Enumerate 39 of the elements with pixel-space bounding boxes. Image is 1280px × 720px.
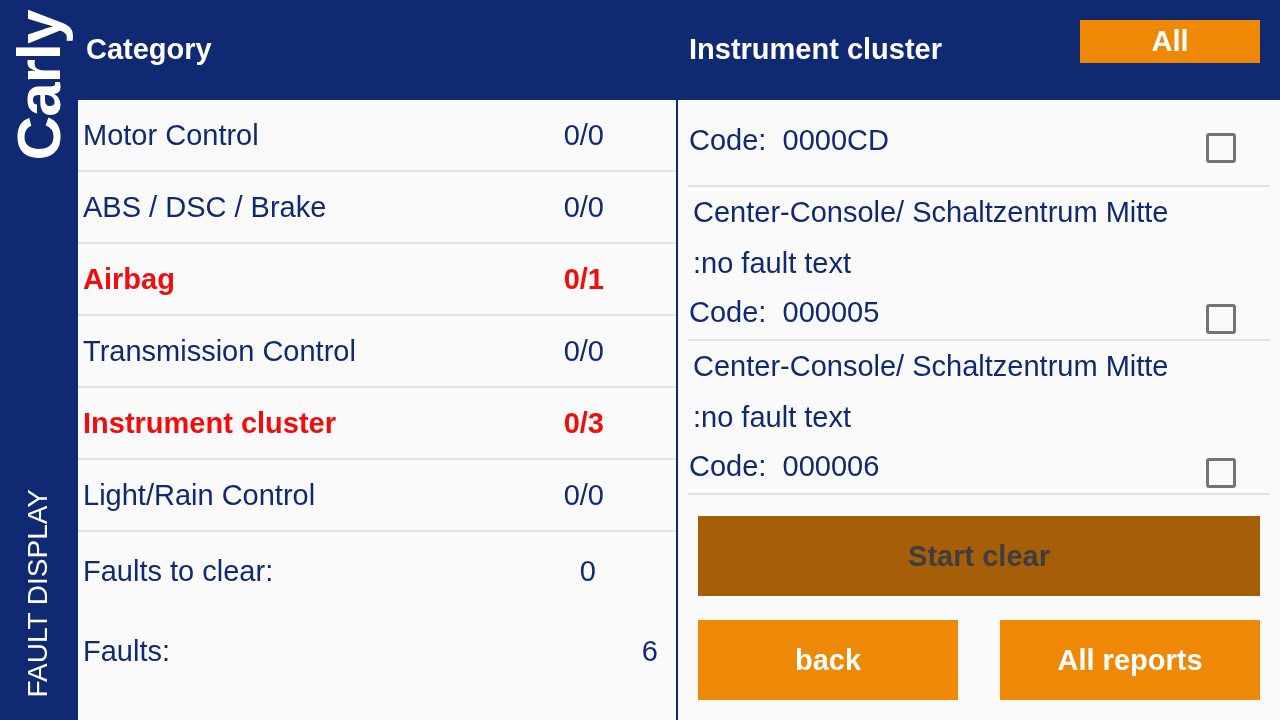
category-row[interactable]: Airbag 0/1 xyxy=(78,244,676,316)
carly-logo: Carly xyxy=(2,9,74,161)
category-row[interactable]: Transmission Control 0/0 xyxy=(78,316,676,388)
panel-heading: Instrument cluster xyxy=(689,32,942,67)
reports-button[interactable]: All reports xyxy=(1000,620,1260,700)
fault-count: 0/0 xyxy=(563,478,604,512)
fault-title: Center-Console/ Schaltzentrum Mitte xyxy=(692,349,1170,384)
screen-title: FAULT DISPLAY xyxy=(22,489,54,698)
category-name: ABS / DSC / Brake xyxy=(83,190,327,224)
fault-count: 0/3 xyxy=(563,406,604,440)
fault-code: Code: 000005 xyxy=(689,295,880,329)
fault-count: 0/0 xyxy=(563,118,604,152)
category-row[interactable]: Motor Control 0/0 xyxy=(78,100,676,172)
fault-count: 0/1 xyxy=(563,262,604,296)
category-row[interactable]: ABS / DSC / Brake 0/0 xyxy=(78,172,676,244)
category-name: Motor Control xyxy=(83,118,259,152)
checkbox[interactable] xyxy=(1206,132,1236,163)
summary-value: 0 xyxy=(579,554,596,588)
summary-label: Faults to clear: xyxy=(83,554,274,588)
category-row[interactable]: Instrument cluster 0/3 xyxy=(78,388,676,460)
fault-code: Code: 0000CD xyxy=(689,124,889,157)
category-name: Light/Rain Control xyxy=(83,478,316,512)
category-name: Airbag xyxy=(83,262,175,296)
column-heading: Category xyxy=(86,32,212,67)
fault-description: :no fault text xyxy=(692,246,852,281)
category-name: Transmission Control xyxy=(83,334,356,368)
category-name: Instrument cluster xyxy=(83,406,336,440)
fault-count: 0/0 xyxy=(563,190,604,224)
fault-count: 0/0 xyxy=(563,334,604,368)
fault-title: Center-Console/ Schaltzentrum Mitte xyxy=(692,195,1170,230)
fault-code: Code: 000006 xyxy=(689,449,880,483)
back-button[interactable]: back xyxy=(698,620,958,700)
category-row[interactable]: Light/Rain Control 0/0 xyxy=(78,460,676,532)
summary-value: 6 xyxy=(641,634,658,668)
summary-label: Faults: xyxy=(83,634,171,668)
filter-button[interactable]: All xyxy=(1080,19,1260,63)
fault-description: :no fault text xyxy=(692,400,852,435)
checkbox[interactable] xyxy=(1206,304,1236,334)
checkbox[interactable] xyxy=(1206,458,1236,488)
